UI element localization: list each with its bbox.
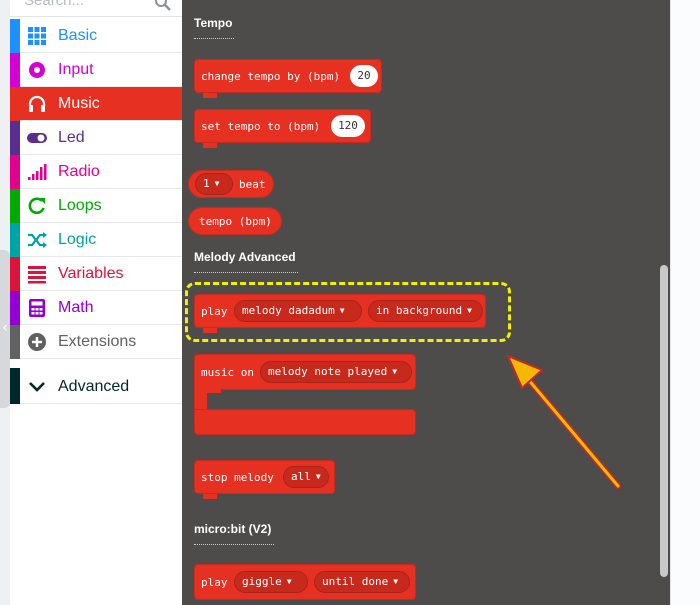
category-label: Loops xyxy=(58,197,102,214)
dropdown-value: until done xyxy=(322,575,389,588)
tempo-reporter-block[interactable]: tempo (bpm) xyxy=(188,207,282,235)
category-music[interactable]: Music xyxy=(10,87,182,121)
event-block-footer xyxy=(194,409,416,435)
sound-dropdown[interactable]: giggle ▼ xyxy=(234,571,308,593)
tempo-change-value-input[interactable]: 20 xyxy=(350,65,378,87)
block-label: play xyxy=(201,576,228,589)
dropdown-arrow-icon: ▼ xyxy=(286,577,292,586)
dropdown-value: all xyxy=(291,470,311,483)
category-color-stripe xyxy=(10,189,20,223)
sound-mode-dropdown[interactable]: until done ▼ xyxy=(314,571,410,593)
block-label: change tempo by (bpm) xyxy=(201,70,341,83)
category-loops[interactable]: Loops xyxy=(10,189,182,223)
block-notch xyxy=(203,494,217,499)
category-label: Input xyxy=(58,61,94,78)
search-icon[interactable] xyxy=(154,0,172,12)
dropdown-arrow-icon: ▼ xyxy=(214,179,220,188)
category-label: Basic xyxy=(58,27,98,44)
dropdown-value: melody note played xyxy=(268,365,388,378)
block-notch xyxy=(207,388,221,393)
category-label: Math xyxy=(58,299,94,316)
dropdown-arrow-icon: ▼ xyxy=(393,577,399,586)
category-label: Led xyxy=(58,129,85,146)
category-label: Music xyxy=(58,95,100,112)
set-tempo-block[interactable]: set tempo to (bpm) 120 xyxy=(194,109,371,143)
play-sound-block[interactable]: play giggle ▼ until done ▼ xyxy=(194,564,416,600)
category-color-stripe xyxy=(10,325,20,359)
category-color-stripe xyxy=(10,87,20,121)
collapse-chevron-icon[interactable]: ‹ xyxy=(0,318,10,338)
section-divider xyxy=(194,272,298,273)
grid-icon xyxy=(28,27,46,45)
right-panel-edge xyxy=(670,0,700,605)
category-color-stripe xyxy=(10,19,20,53)
category-color-stripe xyxy=(10,155,20,189)
dropdown-value: 1 xyxy=(203,177,210,190)
block-label: music on xyxy=(201,366,254,379)
category-label: Radio xyxy=(58,163,100,180)
category-radio[interactable]: Radio xyxy=(10,155,182,189)
calculator-icon xyxy=(29,299,45,317)
block-notch xyxy=(203,93,217,98)
toggle-icon xyxy=(27,133,47,143)
category-color-stripe xyxy=(10,257,20,291)
category-label: Logic xyxy=(58,231,97,248)
category-math[interactable]: Math xyxy=(10,291,182,325)
block-label: beat xyxy=(239,178,266,191)
category-basic[interactable]: Basic xyxy=(10,19,182,53)
beat-reporter-block[interactable]: 1 ▼ beat xyxy=(188,170,274,198)
tempo-set-value-input[interactable]: 120 xyxy=(331,115,365,137)
stop-option-dropdown[interactable]: all ▼ xyxy=(283,466,329,488)
section-title-tempo: Tempo xyxy=(194,16,233,30)
category-led[interactable]: Led xyxy=(10,121,182,155)
music-on-event-block[interactable]: music on melody note played ▼ xyxy=(194,354,416,390)
section-title-microbit-v2: micro:bit (V2) xyxy=(194,522,272,536)
dropdown-arrow-icon: ▼ xyxy=(392,367,398,376)
category-color-stripe xyxy=(10,53,20,87)
block-label: set tempo to (bpm) xyxy=(201,120,321,133)
category-advanced[interactable]: Advanced xyxy=(10,368,182,404)
category-label: Advanced xyxy=(58,378,130,395)
dropdown-value: giggle xyxy=(242,575,282,588)
annotation-arrow-icon xyxy=(507,355,621,489)
stop-melody-block[interactable]: stop melody all ▼ xyxy=(194,460,335,494)
category-input[interactable]: Input xyxy=(10,53,182,87)
chevron-down-icon xyxy=(29,382,45,392)
circle-dot-icon xyxy=(29,62,45,78)
loop-arrow-icon xyxy=(28,197,45,215)
category-label: Extensions xyxy=(58,333,137,350)
workspace-scrollbar[interactable] xyxy=(660,265,668,577)
category-variables[interactable]: Variables xyxy=(10,257,182,291)
headphones-icon xyxy=(28,95,46,112)
search-input[interactable]: Search... xyxy=(24,0,84,9)
highlight-callout-box xyxy=(185,282,511,342)
signal-bars-icon xyxy=(28,164,47,180)
shuffle-icon xyxy=(28,232,47,248)
event-block-arm xyxy=(194,388,207,410)
category-color-stripe xyxy=(10,223,20,257)
block-label: stop melody xyxy=(201,471,274,484)
section-divider xyxy=(194,38,234,39)
section-title-melody-advanced: Melody Advanced xyxy=(194,250,296,264)
plus-circle-icon xyxy=(28,333,46,351)
block-label: tempo (bpm) xyxy=(199,215,272,228)
category-label: Variables xyxy=(58,265,124,282)
dropdown-arrow-icon: ▼ xyxy=(315,472,321,481)
category-extensions[interactable]: Extensions xyxy=(10,325,182,359)
section-divider xyxy=(194,544,274,545)
beat-fraction-dropdown[interactable]: 1 ▼ xyxy=(195,173,233,195)
change-tempo-block[interactable]: change tempo by (bpm) 20 xyxy=(194,59,382,93)
category-color-stripe xyxy=(10,121,20,155)
block-notch xyxy=(203,143,217,148)
category-logic[interactable]: Logic xyxy=(10,223,182,257)
toolbox-search[interactable]: Search... xyxy=(10,0,182,17)
category-color-stripe xyxy=(10,368,20,404)
list-lines-icon xyxy=(28,266,46,284)
music-event-dropdown[interactable]: melody note played ▼ xyxy=(260,361,412,383)
category-color-stripe xyxy=(10,291,20,325)
